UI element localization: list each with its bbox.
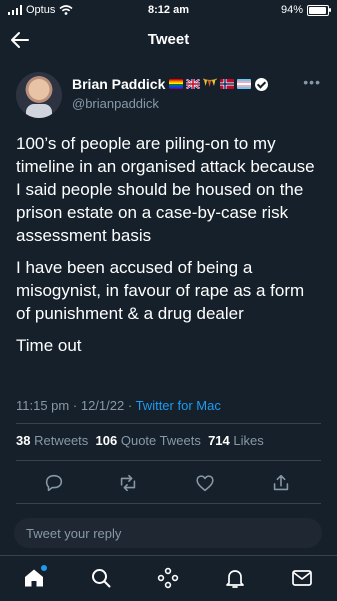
quotes-count: 106 (95, 433, 118, 448)
tweet-paragraph: I have been accused of being a misogynis… (16, 258, 305, 323)
norway-flag-icon (220, 79, 235, 89)
reply-placeholder: Tweet your reply (26, 526, 122, 541)
tweet-date: 12/1/22 (80, 398, 125, 413)
notification-dot-icon (41, 565, 47, 571)
more-options-icon[interactable]: ••• (303, 74, 321, 90)
reply-icon[interactable] (43, 472, 65, 494)
likes-stat[interactable]: 714 Likes (208, 433, 264, 448)
tweet-stats: 38 Retweets 106 Quote Tweets 714 Likes (16, 433, 264, 448)
retweets-count: 38 (16, 433, 31, 448)
status-bar: Optus 8:12 am 94% (0, 0, 337, 22)
search-icon[interactable] (89, 566, 113, 590)
notifications-bell-icon[interactable] (223, 566, 247, 590)
tweet-meta: 11:15 pm · 12/1/22 · Twitter for Mac (16, 398, 221, 413)
retweets-label: Retweets (34, 433, 89, 448)
divider (16, 423, 321, 424)
tweet-paragraph: 100’s of people are piling-on to my time… (16, 134, 315, 245)
tweet-actions (0, 470, 337, 496)
verified-badge-icon (255, 77, 269, 91)
transgender-flag-icon (237, 79, 252, 89)
tweet-body: 100’s of people are piling-on to my time… (16, 132, 322, 366)
quotes-stat[interactable]: 106 Quote Tweets (96, 433, 201, 448)
tweet-source-link[interactable]: Twitter for Mac (136, 398, 221, 413)
divider (16, 460, 321, 461)
likes-label: Likes (233, 433, 264, 448)
name-emoji-flags (169, 78, 252, 89)
display-name[interactable]: Brian Paddick (72, 76, 165, 92)
page-title: Tweet (147, 31, 190, 48)
name-line: Brian Paddick (72, 76, 269, 92)
like-icon[interactable] (194, 472, 216, 494)
divider (16, 503, 321, 504)
union-jack-flag-icon (186, 79, 201, 89)
bunting-emoji-icon (203, 78, 218, 89)
rainbow-flag-icon (169, 79, 184, 89)
messages-envelope-icon[interactable] (290, 566, 314, 590)
reply-input[interactable]: Tweet your reply (14, 518, 322, 548)
avatar[interactable] (16, 72, 62, 118)
share-icon[interactable] (270, 472, 292, 494)
battery-icon (307, 4, 331, 16)
tweet-paragraph: Time out (16, 336, 82, 355)
retweets-stat[interactable]: 38 Retweets (16, 433, 88, 448)
navigation-bar: Tweet (0, 24, 337, 56)
tweet-time: 11:15 pm (16, 398, 70, 413)
status-right: 94% (280, 4, 331, 16)
bottom-tab-bar (0, 555, 337, 601)
spaces-icon[interactable] (156, 566, 180, 590)
quotes-label: Quote Tweets (120, 433, 201, 448)
battery-percent: 94% (280, 4, 303, 16)
retweet-icon[interactable] (117, 472, 139, 494)
likes-count: 714 (208, 433, 230, 448)
meta-separator: · (72, 398, 78, 413)
tweet-author: Brian Paddick @brianpaddick ••• (16, 72, 321, 120)
user-handle[interactable]: @brianpaddick (72, 96, 159, 111)
meta-separator: · (127, 398, 133, 413)
